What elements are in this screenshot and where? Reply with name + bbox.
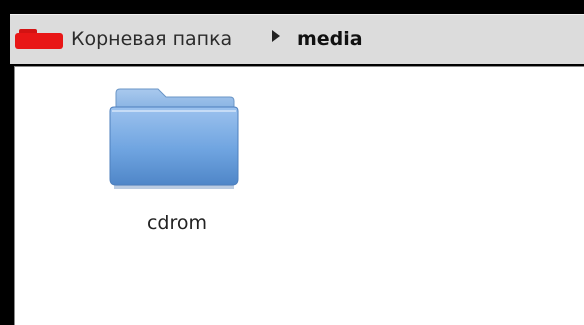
path-bar: Корневая папка media [10, 14, 584, 64]
folder-icon [109, 88, 239, 189]
file-view[interactable]: cdrom [14, 66, 584, 325]
file-manager-window: Корневая папка media cdrom [0, 0, 584, 325]
drive-icon-body [15, 33, 63, 49]
file-name-label: cdrom [146, 212, 208, 234]
breadcrumb-root-button[interactable]: Корневая папка [15, 26, 232, 52]
breadcrumb-current-button[interactable]: media [297, 26, 363, 52]
drive-icon [15, 28, 63, 50]
file-item-cdrom[interactable]: cdrom [103, 87, 243, 242]
triangle-right-icon [272, 30, 280, 42]
breadcrumb-root-label: Корневая папка [71, 28, 233, 50]
